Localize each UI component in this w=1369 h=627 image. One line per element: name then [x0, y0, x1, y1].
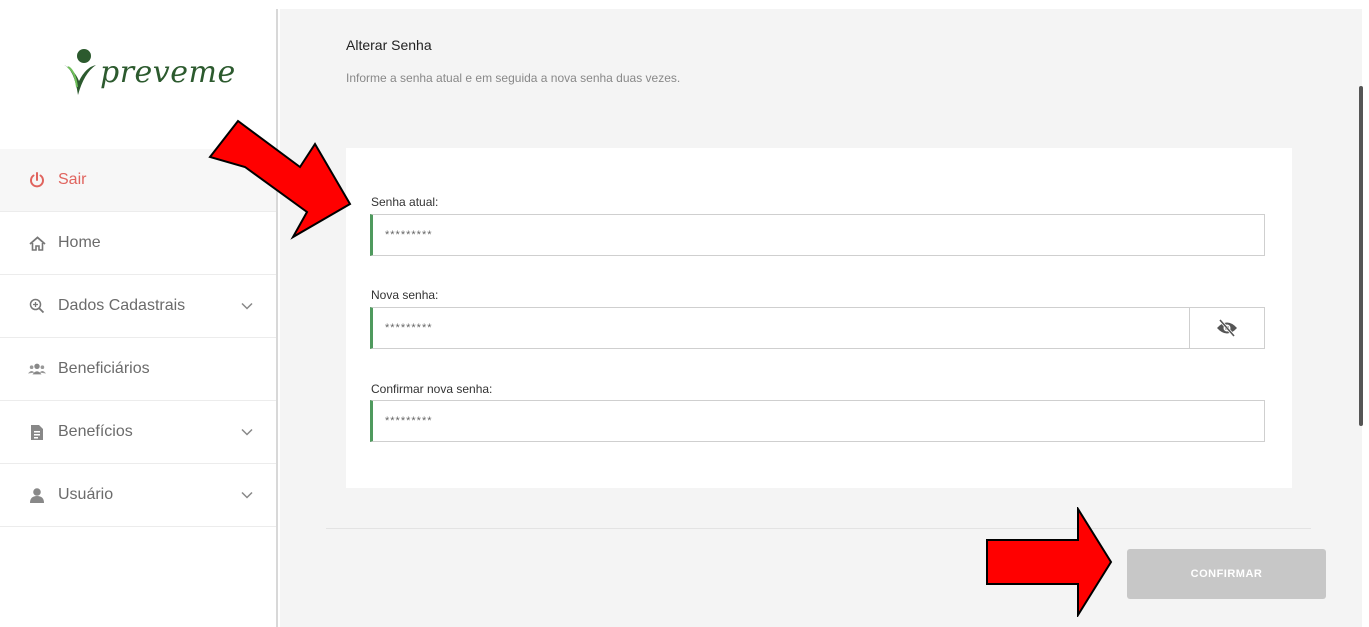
brand-logo[interactable]: preveme [60, 47, 235, 107]
arrow-annotation-icon [986, 507, 1113, 617]
sidebar-item-label: Dados Cadastrais [58, 297, 186, 314]
toggle-visibility-button[interactable] [1189, 308, 1264, 348]
power-icon [28, 171, 46, 189]
divider [326, 528, 1311, 529]
new-password-field[interactable] [370, 307, 1265, 349]
change-password-form: Senha atual: Nova senha: Confirmar nova … [346, 148, 1292, 488]
page-subtitle: Informe a senha atual e em seguida a nov… [346, 71, 681, 85]
confirm-button[interactable]: CONFIRMAR [1127, 549, 1326, 599]
chevron-down-icon[interactable] [240, 425, 254, 439]
sidebar-item-label: Beneficiários [58, 360, 150, 377]
sidebar-item-label: Usuário [58, 486, 114, 503]
arrow-annotation-icon [208, 119, 352, 240]
users-icon [28, 360, 46, 378]
user-icon [28, 486, 46, 504]
sidebar-item-label: Home [58, 234, 101, 251]
current-password-input[interactable] [373, 215, 1264, 255]
confirm-password-input[interactable] [373, 401, 1264, 441]
confirm-password-field[interactable] [370, 400, 1265, 442]
page-title: Alterar Senha [346, 37, 432, 53]
page: preveme Sair Home Dados Cadastrais Benef… [0, 0, 1369, 627]
new-password-input[interactable] [373, 308, 1191, 348]
home-icon [28, 234, 46, 252]
logo-mark-icon [64, 49, 96, 95]
sidebar-item-beneficiarios[interactable]: Beneficiários [0, 338, 276, 401]
scrollbar[interactable] [1359, 86, 1363, 426]
current-password-field[interactable] [370, 214, 1265, 256]
sidebar: preveme Sair Home Dados Cadastrais Benef… [0, 9, 278, 627]
sidebar-item-label: Sair [58, 171, 87, 188]
brand-name: preveme [100, 55, 236, 90]
chevron-down-icon[interactable] [240, 488, 254, 502]
eye-slash-icon [1217, 319, 1237, 337]
main-content: Alterar Senha Informe a senha atual e em… [280, 9, 1362, 627]
confirm-password-label: Confirmar nova senha: [371, 382, 493, 396]
new-password-label: Nova senha: [371, 288, 439, 302]
sidebar-item-dados-cadastrais[interactable]: Dados Cadastrais [0, 275, 276, 338]
current-password-label: Senha atual: [371, 195, 439, 209]
document-icon [28, 423, 46, 441]
search-plus-icon [28, 297, 46, 315]
sidebar-item-label: Benefícios [58, 423, 133, 440]
sidebar-item-beneficios[interactable]: Benefícios [0, 401, 276, 464]
chevron-down-icon[interactable] [240, 299, 254, 313]
sidebar-item-usuario[interactable]: Usuário [0, 464, 276, 527]
